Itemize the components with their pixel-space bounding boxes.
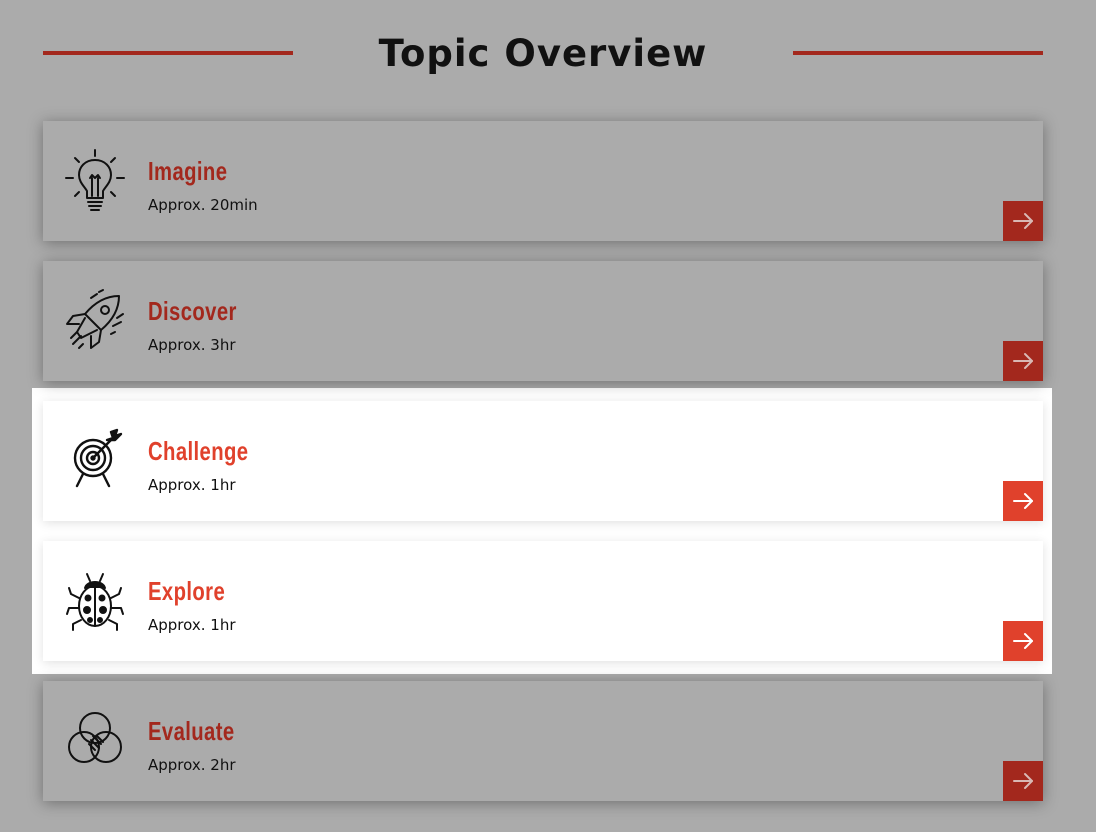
- arrow-right-icon: [1013, 213, 1033, 229]
- topic-duration: Approx. 20min: [148, 196, 258, 214]
- open-topic-button[interactable]: [1003, 621, 1043, 661]
- topic-name: Challenge: [148, 436, 249, 466]
- open-topic-button[interactable]: [1003, 481, 1043, 521]
- open-topic-button[interactable]: [1003, 761, 1043, 801]
- target-icon: [63, 428, 127, 492]
- topic-card-explore[interactable]: Explore Approx. 1hr: [43, 541, 1043, 661]
- topic-duration: Approx. 3hr: [148, 336, 236, 354]
- topic-name: Evaluate: [148, 716, 235, 746]
- arrow-right-icon: [1013, 633, 1033, 649]
- page-header: Topic Overview: [43, 26, 1043, 82]
- topic-duration: Approx. 2hr: [148, 756, 236, 774]
- arrow-right-icon: [1013, 493, 1033, 509]
- topic-card-challenge[interactable]: Challenge Approx. 1hr: [43, 401, 1043, 521]
- open-topic-button[interactable]: [1003, 201, 1043, 241]
- arrow-right-icon: [1013, 773, 1033, 789]
- ladybug-icon: [63, 568, 127, 632]
- open-topic-button[interactable]: [1003, 341, 1043, 381]
- topic-duration: Approx. 1hr: [148, 616, 236, 634]
- topic-card-imagine[interactable]: Imagine Approx. 20min: [43, 121, 1043, 241]
- topic-card-evaluate[interactable]: Evaluate Approx. 2hr: [43, 681, 1043, 801]
- header-rule-right: [793, 51, 1043, 55]
- arrow-right-icon: [1013, 353, 1033, 369]
- topic-name: Explore: [148, 576, 226, 606]
- rocket-icon: [63, 288, 127, 352]
- lightbulb-icon: [63, 148, 127, 212]
- topic-card-discover[interactable]: Discover Approx. 3hr: [43, 261, 1043, 381]
- venn-diagram-icon: [63, 708, 127, 772]
- topic-name: Imagine: [148, 156, 228, 186]
- topic-duration: Approx. 1hr: [148, 476, 236, 494]
- topic-name: Discover: [148, 296, 237, 326]
